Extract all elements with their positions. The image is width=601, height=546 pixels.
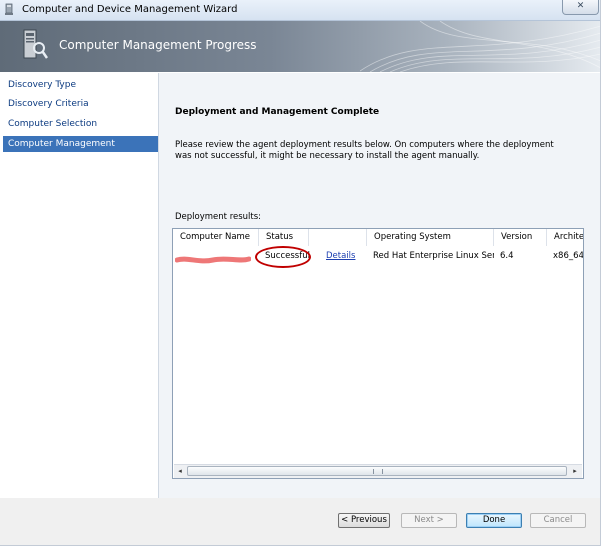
column-header-status[interactable]: Status	[259, 229, 309, 246]
banner-title: Computer Management Progress	[59, 38, 257, 52]
window-title: Computer and Device Management Wizard	[22, 4, 238, 15]
close-icon: ✕	[576, 1, 585, 11]
cancel-button[interactable]: Cancel	[530, 513, 586, 528]
column-header-architecture[interactable]: Architec	[547, 229, 583, 246]
column-header-details[interactable]	[309, 229, 367, 246]
title-bar: Computer and Device Management Wizard ✕	[0, 0, 601, 21]
next-button[interactable]: Next >	[401, 513, 457, 528]
cell-architecture: x86_64	[553, 251, 584, 261]
nav-item-computer-management[interactable]: Computer Management	[3, 136, 158, 152]
annotation-circle	[255, 246, 311, 268]
scroll-left-icon[interactable]: ◂	[174, 465, 186, 478]
wizard-footer: < Previous Next > Done Cancel	[0, 498, 601, 546]
column-header-version[interactable]: Version	[494, 229, 547, 246]
page-heading: Deployment and Management Complete	[175, 107, 380, 117]
page-description: Please review the agent deployment resul…	[175, 140, 554, 161]
cell-computer-name	[173, 247, 259, 267]
server-wizard-icon	[23, 29, 48, 59]
close-button[interactable]: ✕	[562, 0, 599, 15]
done-button[interactable]: Done	[466, 513, 522, 528]
scroll-right-icon[interactable]: ▸	[569, 465, 581, 478]
wizard-steps-nav: Discovery Type Discovery Criteria Comput…	[3, 73, 158, 498]
nav-item-discovery-type[interactable]: Discovery Type	[3, 77, 158, 93]
previous-button[interactable]: < Previous	[338, 513, 390, 528]
results-label: Deployment results:	[175, 212, 262, 222]
banner-decoration	[360, 21, 601, 72]
wizard-banner: Computer Management Progress	[0, 21, 601, 72]
nav-item-discovery-criteria[interactable]: Discovery Criteria	[3, 96, 158, 112]
column-header-operating-system[interactable]: Operating System	[367, 229, 494, 246]
cell-version: 6.4	[500, 251, 514, 261]
grip-icon	[373, 469, 383, 474]
horizontal-scrollbar[interactable]: ◂ ▸	[174, 464, 582, 478]
details-link[interactable]: Details	[309, 247, 367, 267]
deployment-results-grid[interactable]: Computer Name Status Operating System Ve…	[172, 228, 584, 479]
wizard-window-icon	[5, 3, 13, 15]
cell-operating-system: Red Hat Enterprise Linux Server	[373, 251, 494, 261]
column-header-computer-name[interactable]: Computer Name	[173, 229, 259, 246]
scrollbar-thumb[interactable]	[187, 466, 567, 476]
nav-item-computer-selection[interactable]: Computer Selection	[3, 116, 158, 132]
